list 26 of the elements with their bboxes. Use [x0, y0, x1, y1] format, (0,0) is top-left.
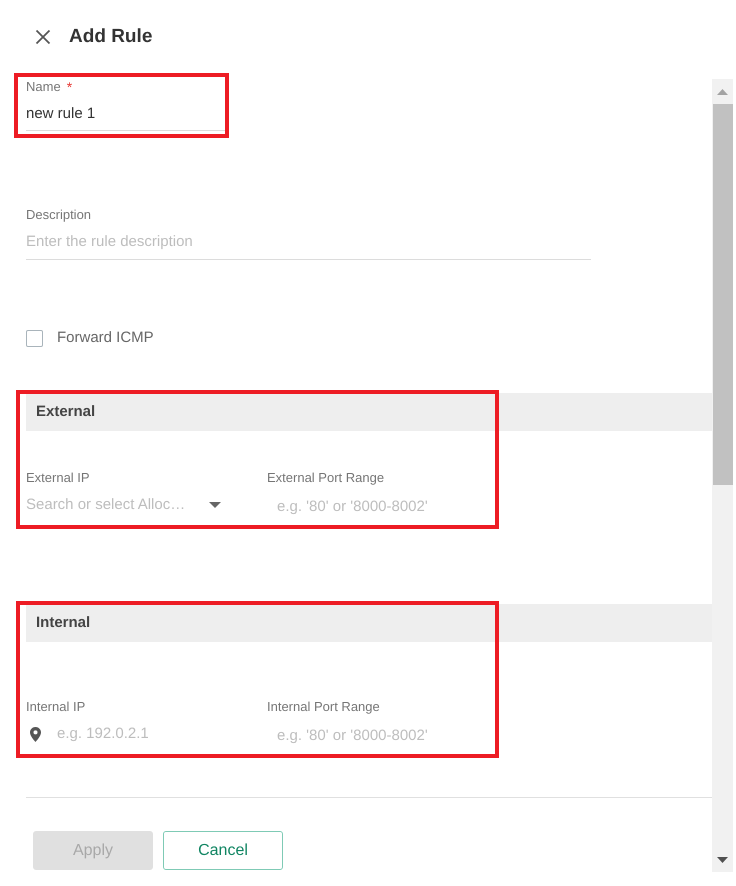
required-mark: *	[66, 79, 72, 95]
checkbox-label: Forward ICMP	[57, 328, 154, 348]
section-header: External	[26, 393, 712, 431]
field-label: External IP	[26, 470, 91, 486]
map-pin-icon	[30, 726, 41, 742]
close-icon[interactable]	[35, 29, 51, 45]
input-field[interactable]: new rule 1	[26, 104, 225, 131]
field-label: External Port Range	[267, 470, 386, 486]
select-field[interactable]: Search or select Alloc…	[26, 495, 221, 515]
field-label: Internal IP	[26, 699, 86, 715]
input-field[interactable]: e.g. 192.0.2.1	[57, 724, 207, 744]
checkbox[interactable]	[26, 330, 43, 346]
input-field[interactable]: e.g. '80' or '8000-8002'	[267, 497, 477, 517]
caret-down-icon[interactable]	[209, 502, 221, 508]
input-field[interactable]: Enter the rule description	[26, 232, 591, 260]
field-label: Internal Port Range	[267, 699, 381, 715]
down-arrow-icon	[717, 856, 728, 862]
scrollbar-track[interactable]	[712, 79, 733, 872]
field-label: Name	[26, 79, 61, 95]
up-arrow-icon	[717, 88, 728, 94]
dialog-title: Add Rule	[69, 25, 152, 49]
field-label: Description	[26, 207, 92, 223]
section-header: Internal	[26, 604, 712, 642]
input-field[interactable]: e.g. '80' or '8000-8002'	[267, 726, 477, 746]
scrollbar-thumb[interactable]	[713, 104, 733, 485]
secondary-button[interactable]: Cancel	[163, 831, 283, 870]
